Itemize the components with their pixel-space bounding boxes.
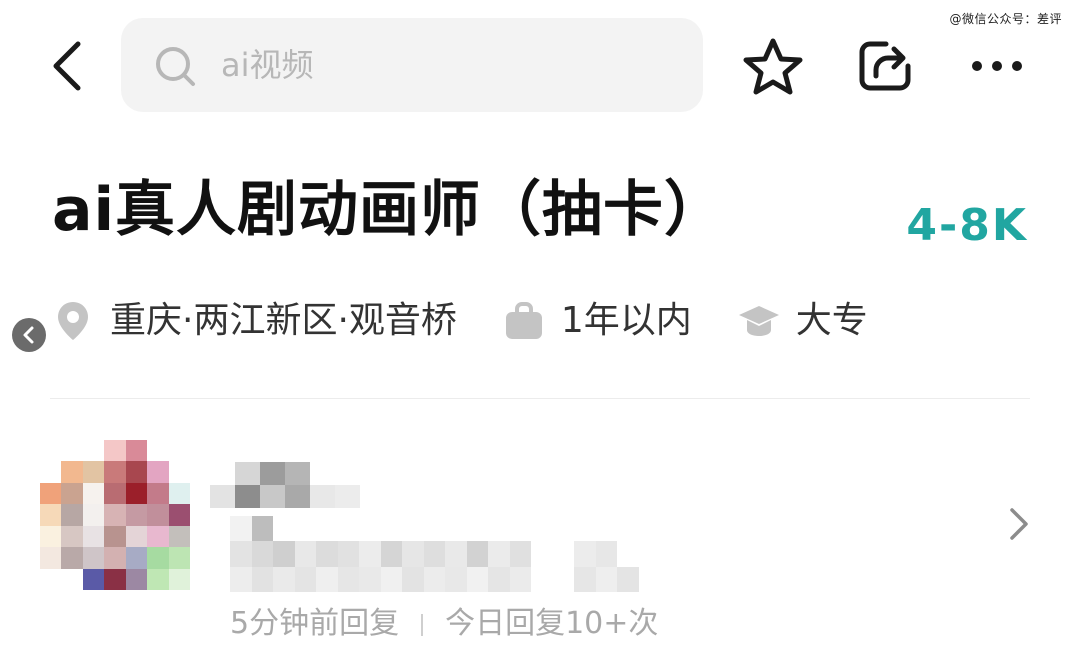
job-info-row: 重庆·两江新区·观音桥 1年以内 大专 <box>52 292 914 350</box>
reply-time: 5分钟前回复 <box>230 606 400 641</box>
chevron-left-icon <box>23 326 34 344</box>
search-icon <box>156 47 195 86</box>
location-text: 重庆·两江新区·观音桥 <box>110 300 457 341</box>
experience-info: 1年以内 <box>503 296 692 346</box>
graduation-cap-icon <box>738 306 779 336</box>
recruiter-title-blurred <box>230 516 660 592</box>
divider <box>50 398 1030 399</box>
recruiter-name-blurred <box>210 462 360 508</box>
more-button[interactable] <box>968 52 1026 80</box>
share-icon <box>859 41 911 91</box>
search-input[interactable]: ai视频 <box>121 18 703 112</box>
recruiter-card[interactable]: 5分钟前回复 今日回复10+次 <box>40 440 1040 641</box>
favorite-button[interactable] <box>740 36 806 98</box>
back-button[interactable] <box>40 34 96 98</box>
location-info: 重庆·两江新区·观音桥 <box>52 296 457 346</box>
experience-text: 1年以内 <box>560 300 692 341</box>
search-placeholder: ai视频 <box>221 46 314 84</box>
reply-status: 5分钟前回复 今日回复10+次 <box>230 604 658 644</box>
education-info: 大专 <box>738 296 868 346</box>
more-dots-icon <box>972 61 1022 71</box>
salary-range: 4-8K <box>906 200 1028 251</box>
location-pin-icon <box>58 302 88 340</box>
job-title: ai真人剧动画师（抽卡） <box>52 175 726 245</box>
education-text: 大专 <box>795 300 868 341</box>
share-button[interactable] <box>856 36 916 96</box>
job-detail-page: @微信公众号：差评 ai视频 ai真人剧动画师（抽卡） 4-8K 重庆·两江新区… <box>0 0 1080 668</box>
briefcase-icon <box>505 302 542 339</box>
separator <box>421 613 424 636</box>
reply-count: 今日回复10+次 <box>445 606 659 641</box>
star-icon <box>743 38 803 95</box>
avatar <box>40 440 190 590</box>
watermark: @微信公众号：差评 <box>949 12 1062 26</box>
chevron-left-icon <box>53 41 81 91</box>
side-collapse-button[interactable] <box>12 318 46 352</box>
chevron-right-icon <box>1010 508 1028 540</box>
